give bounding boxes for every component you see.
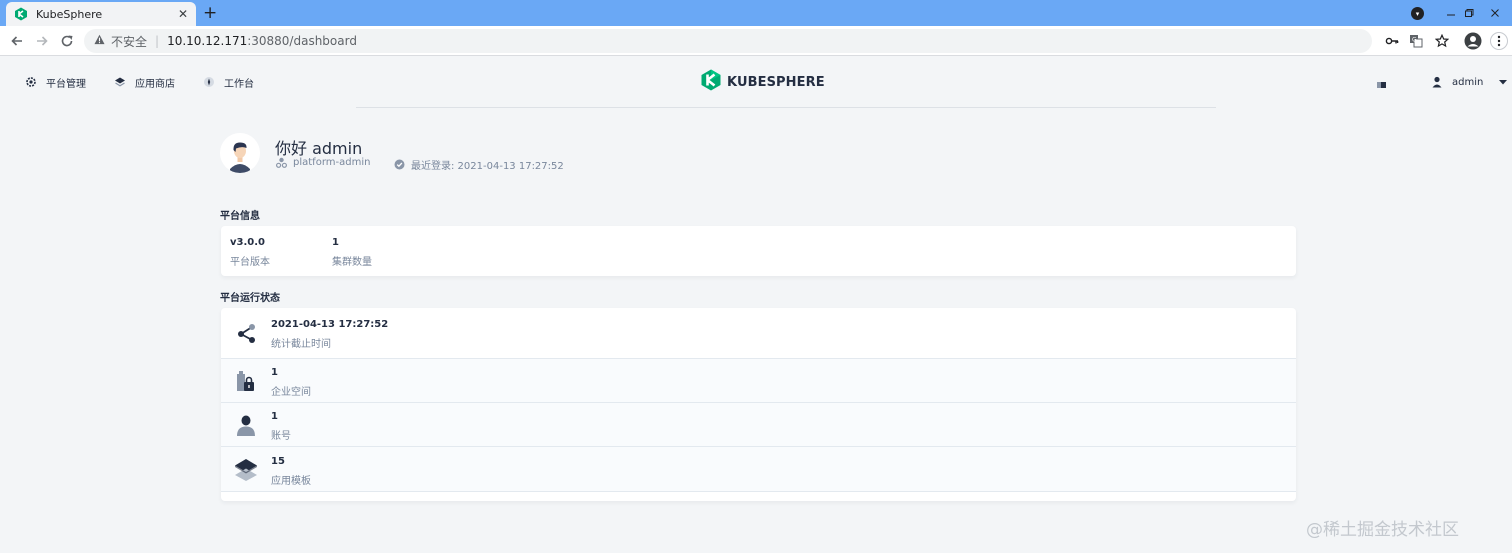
- new-tab-button[interactable]: +: [203, 3, 217, 23]
- platform-info-card: v3.0.0 平台版本 1 集群数量: [221, 226, 1296, 276]
- status-label: 企业空间: [271, 387, 311, 398]
- translate-icon[interactable]: G: [1406, 26, 1426, 56]
- browser-address-bar: 不安全 | 10.10.12.171:30880/dashboard G: [0, 26, 1512, 56]
- chrome-profile-icon[interactable]: ▾: [1411, 7, 1424, 20]
- platform-status-card: 2021-04-13 17:27:52 统计截止时间 1 企业空间 1 账号 1…: [221, 308, 1296, 501]
- role-text: platform-admin: [293, 157, 371, 168]
- nav-label: 工作台: [224, 78, 254, 90]
- nav-label: 应用商店: [135, 78, 175, 90]
- status-text: 15 应用模板: [271, 456, 311, 487]
- list-item: 1 账号: [221, 403, 1296, 447]
- header-divider: [356, 107, 1216, 108]
- platform-info-title: 平台信息: [220, 211, 260, 222]
- list-item: 2021-04-13 17:27:52 统计截止时间: [221, 308, 1296, 359]
- status-text: 1 企业空间: [271, 367, 311, 398]
- browser-tab-title: KubeSphere: [36, 7, 103, 21]
- nav-label: 平台管理: [46, 78, 86, 90]
- platform-version-label: 平台版本: [230, 257, 270, 268]
- reload-icon[interactable]: [56, 26, 78, 56]
- restore-icon[interactable]: [1458, 0, 1480, 26]
- kubesphere-logo[interactable]: KUBESPHERE: [701, 69, 825, 95]
- layers-icon: [114, 76, 126, 88]
- list-item: 15 应用模板: [221, 447, 1296, 492]
- compass-icon: [203, 76, 215, 88]
- warning-icon[interactable]: [94, 34, 105, 48]
- tab-close-icon[interactable]: ✕: [178, 7, 188, 21]
- cluster-count-value: 1: [332, 237, 339, 248]
- platform-version: v3.0.0 平台版本: [230, 237, 270, 268]
- nav-app-store[interactable]: 应用商店: [114, 74, 175, 90]
- user-name: admin: [1452, 76, 1484, 88]
- account-circle-icon[interactable]: [1463, 26, 1483, 56]
- platform-status-title: 平台运行状态: [220, 293, 280, 304]
- app-template-icon: [233, 456, 259, 482]
- status-value: 15: [271, 456, 285, 467]
- status-label: 应用模板: [271, 476, 311, 487]
- key-icon[interactable]: [1382, 26, 1402, 56]
- caret-down-icon: [1499, 79, 1508, 85]
- status-value: 1: [271, 367, 278, 378]
- logo-text: KUBESPHERE: [727, 74, 825, 90]
- last-login-text: 最近登录: 2021-04-13 17:27:52: [411, 161, 564, 172]
- more-menu-icon[interactable]: [1489, 26, 1509, 56]
- url-host: 10.10.12.171: [167, 34, 248, 48]
- user-role: platform-admin: [276, 157, 370, 168]
- watermark: @稀土掘金技术社区: [1306, 520, 1459, 540]
- clock-check-icon: [394, 159, 405, 170]
- svg-text:G: G: [1412, 37, 1417, 44]
- url-field[interactable]: 不安全 | 10.10.12.171:30880/dashboard: [84, 29, 1372, 53]
- cluster-count-label: 集群数量: [332, 257, 372, 268]
- kubesphere-logo-icon: [701, 69, 721, 95]
- bookmark-star-icon[interactable]: [1432, 26, 1452, 56]
- status-text: 1 账号: [271, 411, 291, 442]
- close-window-icon[interactable]: [1484, 0, 1506, 26]
- share-nodes-icon: [233, 320, 259, 346]
- insecure-label: 不安全: [111, 34, 148, 49]
- status-value: 2021-04-13 17:27:52: [271, 319, 389, 330]
- last-login: 最近登录: 2021-04-13 17:27:52: [394, 157, 564, 172]
- status-label: 统计截止时间: [271, 339, 331, 350]
- url-path: :30880/dashboard: [247, 34, 357, 48]
- greeting: 你好 admin: [275, 139, 363, 158]
- back-icon[interactable]: [6, 26, 28, 56]
- gear-icon: [25, 76, 37, 88]
- user-icon: [1432, 76, 1442, 88]
- avatar: [220, 133, 260, 173]
- enterprise-space-icon: [233, 368, 259, 394]
- status-value: 1: [271, 411, 278, 422]
- user-menu[interactable]: admin: [1432, 74, 1508, 90]
- platform-version-value: v3.0.0: [230, 237, 265, 248]
- browser-tab[interactable]: KubeSphere ✕: [6, 2, 196, 26]
- url-separator: |: [155, 34, 160, 48]
- status-text: 2021-04-13 17:27:52 统计截止时间: [271, 319, 388, 350]
- user-icon: [233, 412, 259, 438]
- list-item: 1 企业空间: [221, 359, 1296, 403]
- cluster-count: 1 集群数量: [332, 237, 372, 268]
- nav-workbench[interactable]: 工作台: [203, 74, 254, 90]
- tools-icon[interactable]: [1376, 76, 1388, 88]
- nav-platform-management[interactable]: 平台管理: [25, 74, 86, 90]
- status-label: 账号: [271, 431, 291, 442]
- kubesphere-favicon-icon: [14, 7, 28, 21]
- role-icon: [276, 157, 287, 168]
- forward-icon[interactable]: [31, 26, 53, 56]
- browser-tab-bar: KubeSphere ✕ + ▾: [0, 0, 1512, 26]
